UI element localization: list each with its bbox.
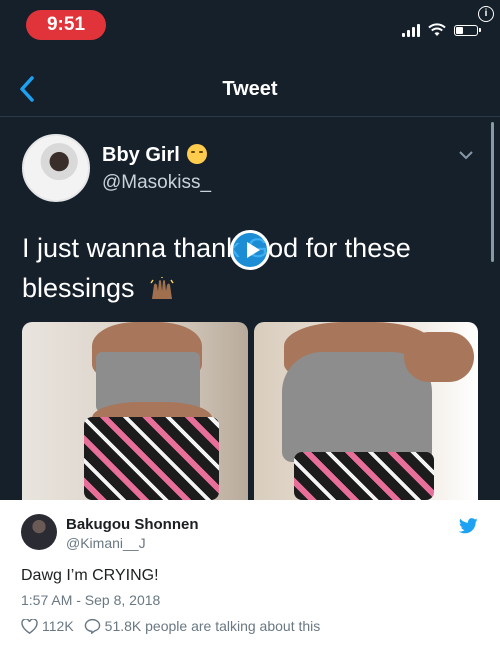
tweet-text: Dawg I’m CRYING! (21, 567, 159, 584)
status-icons (402, 20, 481, 40)
avatar[interactable] (22, 134, 90, 202)
tweet-actions: 112K 51.8K people are talking about this (21, 618, 330, 634)
tweet-timestamp[interactable]: 1:57 AM - Sep 8, 2018 (21, 592, 160, 608)
author-name[interactable]: Bakugou Shonnen (66, 516, 199, 533)
emoji-face-icon (187, 144, 208, 164)
embedded-video[interactable]: 9:51 i Tweet Bby Girl @Masokiss_ I just … (0, 0, 500, 500)
tweet-photo-left[interactable] (22, 322, 248, 500)
video-author-name-row: Bby Girl (102, 144, 208, 167)
author-handle[interactable]: @Kimani__J (66, 535, 146, 551)
speech-bubble-icon (84, 618, 100, 634)
info-icon[interactable]: i (478, 6, 494, 22)
play-button[interactable] (230, 230, 270, 270)
raised-hands-icon (150, 277, 174, 299)
wifi-icon (428, 23, 446, 36)
video-author-name: Bby Girl (102, 144, 180, 166)
like-count: 112K (42, 618, 74, 634)
status-time: 9:51 (26, 10, 106, 40)
tweet-photo-right[interactable] (254, 322, 478, 500)
nav-bar: Tweet (0, 62, 500, 117)
nav-title: Tweet (222, 78, 278, 100)
twitter-bird-icon[interactable] (459, 518, 478, 534)
avatar[interactable] (21, 514, 57, 550)
battery-icon (454, 24, 481, 36)
conversation-button[interactable]: 51.8K people are talking about this (84, 618, 321, 634)
chevron-down-icon[interactable] (458, 150, 474, 160)
scrollbar[interactable] (491, 122, 494, 262)
video-tweet-line2: blessings (22, 268, 442, 308)
tweet-card: Bakugou Shonnen @Kimani__J Dawg I’m CRYI… (0, 500, 500, 649)
signal-icon (402, 23, 420, 37)
video-tweet-author: Bby Girl @Masokiss_ (22, 134, 482, 204)
heart-icon (21, 618, 38, 634)
conversation-text: 51.8K people are talking about this (104, 618, 321, 634)
status-bar: 9:51 i (0, 0, 500, 52)
like-button[interactable]: 112K (21, 618, 74, 634)
video-author-handle: @Masokiss_ (102, 172, 212, 193)
